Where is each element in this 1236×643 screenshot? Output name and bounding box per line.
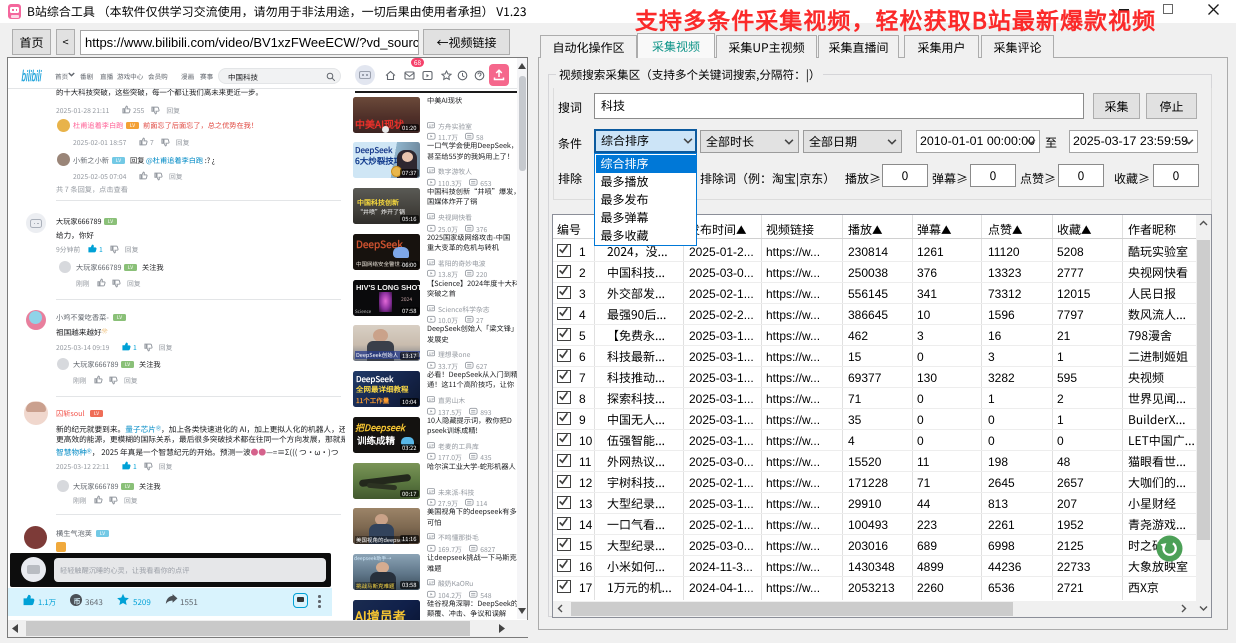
svg-text:UP: UP (429, 351, 435, 357)
svg-text:UP: UP (429, 305, 435, 311)
svg-text:UP: UP (429, 260, 435, 266)
svg-text:UP: UP (429, 580, 435, 586)
svg-text:UP: UP (429, 168, 435, 174)
svg-text:UP: UP (429, 397, 435, 403)
svg-text:UP: UP (429, 214, 435, 220)
svg-text:UP: UP (429, 122, 435, 128)
svg-text:UP: UP (429, 534, 435, 540)
svg-text:UP: UP (429, 488, 435, 494)
svg-text:UP: UP (429, 443, 435, 449)
